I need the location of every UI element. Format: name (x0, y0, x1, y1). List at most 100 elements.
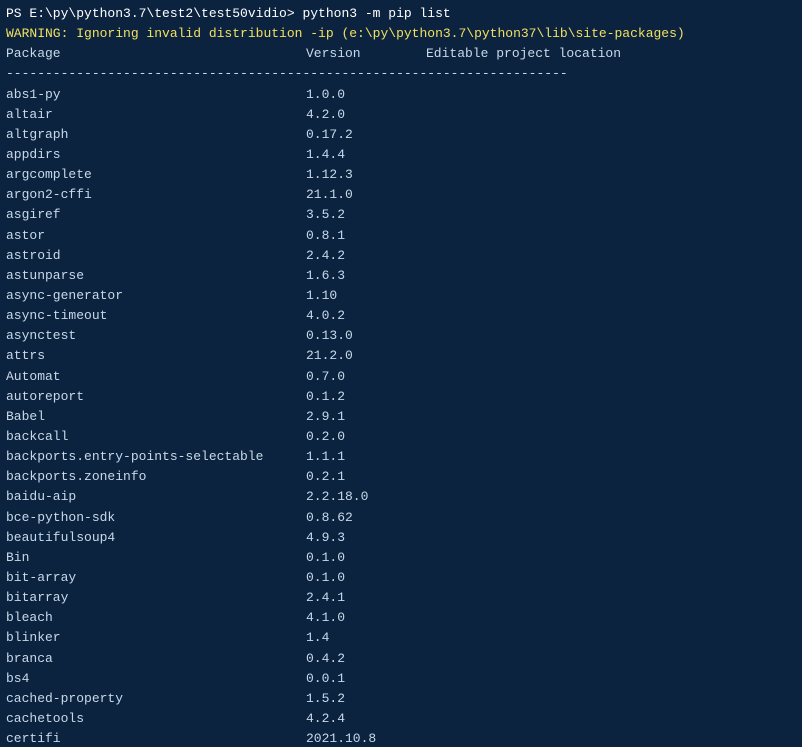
table-row: astunparse1.6.3 (6, 266, 796, 286)
table-row: backports.zoneinfo0.2.1 (6, 467, 796, 487)
pkg-name: cached-property (6, 689, 306, 709)
pkg-version: 2.4.2 (306, 246, 426, 266)
pkg-name: autoreport (6, 387, 306, 407)
pkg-name: bce-python-sdk (6, 508, 306, 528)
pkg-name: blinker (6, 628, 306, 648)
pkg-version: 1.1.1 (306, 447, 426, 467)
table-row: altgraph0.17.2 (6, 125, 796, 145)
pkg-version: 2.9.1 (306, 407, 426, 427)
table-row: bitarray2.4.1 (6, 588, 796, 608)
pkg-version: 0.13.0 (306, 326, 426, 346)
pkg-name: appdirs (6, 145, 306, 165)
table-row: Automat0.7.0 (6, 367, 796, 387)
pkg-name: backcall (6, 427, 306, 447)
pkg-version: 1.5.2 (306, 689, 426, 709)
table-row: cachetools4.2.4 (6, 709, 796, 729)
pkg-version: 1.12.3 (306, 165, 426, 185)
table-row: Babel2.9.1 (6, 407, 796, 427)
table-row: cached-property1.5.2 (6, 689, 796, 709)
pkg-version: 4.2.0 (306, 105, 426, 125)
table-row: autoreport0.1.2 (6, 387, 796, 407)
pkg-name: astroid (6, 246, 306, 266)
table-row: attrs21.2.0 (6, 346, 796, 366)
pkg-version: 0.0.1 (306, 669, 426, 689)
pkg-name: astor (6, 226, 306, 246)
table-row: appdirs1.4.4 (6, 145, 796, 165)
table-row: argcomplete1.12.3 (6, 165, 796, 185)
pkg-version: 0.17.2 (306, 125, 426, 145)
pkg-version: 1.10 (306, 286, 426, 306)
pkg-name: argon2-cffi (6, 185, 306, 205)
pkg-version: 21.2.0 (306, 346, 426, 366)
table-row: astor0.8.1 (6, 226, 796, 246)
table-row: astroid2.4.2 (6, 246, 796, 266)
table-row: baidu-aip2.2.18.0 (6, 487, 796, 507)
table-row: bleach4.1.0 (6, 608, 796, 628)
pkg-name: async-timeout (6, 306, 306, 326)
table-row: asgiref3.5.2 (6, 205, 796, 225)
col-editable: Editable project location (426, 44, 621, 64)
table-row: backports.entry-points-selectable1.1.1 (6, 447, 796, 467)
table-row: altair4.2.0 (6, 105, 796, 125)
pkg-version: 3.5.2 (306, 205, 426, 225)
table-row: bs40.0.1 (6, 669, 796, 689)
pkg-name: asgiref (6, 205, 306, 225)
table-row: beautifulsoup44.9.3 (6, 528, 796, 548)
pkg-version: 0.8.62 (306, 508, 426, 528)
pkg-name: bs4 (6, 669, 306, 689)
pkg-version: 0.1.0 (306, 568, 426, 588)
col-version: Version (306, 44, 426, 64)
pkg-name: Automat (6, 367, 306, 387)
pkg-version: 0.2.0 (306, 427, 426, 447)
pkg-name: beautifulsoup4 (6, 528, 306, 548)
separator-line: ----------------------------------------… (6, 64, 796, 84)
command-line: PS E:\py\python3.7\test2\test50vidio> py… (6, 4, 796, 24)
pkg-name: altgraph (6, 125, 306, 145)
pkg-version: 1.0.0 (306, 85, 426, 105)
pkg-version: 4.2.4 (306, 709, 426, 729)
pkg-name: altair (6, 105, 306, 125)
package-list: abs1-py1.0.0altair4.2.0altgraph0.17.2app… (6, 85, 796, 747)
pkg-name: bitarray (6, 588, 306, 608)
pkg-name: branca (6, 649, 306, 669)
pkg-version: 0.1.2 (306, 387, 426, 407)
warning-line: WARNING: Ignoring invalid distribution -… (6, 24, 796, 44)
pkg-name: cachetools (6, 709, 306, 729)
table-row: abs1-py1.0.0 (6, 85, 796, 105)
pkg-version: 1.4.4 (306, 145, 426, 165)
pkg-version: 0.8.1 (306, 226, 426, 246)
table-row: blinker1.4 (6, 628, 796, 648)
table-row: bce-python-sdk0.8.62 (6, 508, 796, 528)
pkg-name: astunparse (6, 266, 306, 286)
pkg-name: argcomplete (6, 165, 306, 185)
col-package: Package (6, 44, 306, 64)
table-row: async-generator1.10 (6, 286, 796, 306)
pkg-version: 0.1.0 (306, 548, 426, 568)
pkg-name: attrs (6, 346, 306, 366)
terminal-window: PS E:\py\python3.7\test2\test50vidio> py… (0, 0, 802, 747)
pkg-name: backports.entry-points-selectable (6, 447, 306, 467)
pkg-version: 1.4 (306, 628, 426, 648)
pkg-version: 4.9.3 (306, 528, 426, 548)
pkg-name: Bin (6, 548, 306, 568)
pkg-name: certifi (6, 729, 306, 747)
pkg-name: backports.zoneinfo (6, 467, 306, 487)
pkg-name: baidu-aip (6, 487, 306, 507)
pkg-name: Babel (6, 407, 306, 427)
table-row: argon2-cffi21.1.0 (6, 185, 796, 205)
pkg-version: 21.1.0 (306, 185, 426, 205)
pkg-version: 0.4.2 (306, 649, 426, 669)
pkg-version: 0.7.0 (306, 367, 426, 387)
table-row: branca0.4.2 (6, 649, 796, 669)
table-row: bit-array0.1.0 (6, 568, 796, 588)
pkg-version: 2.2.18.0 (306, 487, 426, 507)
pkg-version: 2.4.1 (306, 588, 426, 608)
pkg-name: asynctest (6, 326, 306, 346)
pkg-version: 4.1.0 (306, 608, 426, 628)
table-row: certifi2021.10.8 (6, 729, 796, 747)
pkg-version: 4.0.2 (306, 306, 426, 326)
pkg-version: 2021.10.8 (306, 729, 426, 747)
table-row: async-timeout4.0.2 (6, 306, 796, 326)
pkg-name: abs1-py (6, 85, 306, 105)
pkg-name: bleach (6, 608, 306, 628)
